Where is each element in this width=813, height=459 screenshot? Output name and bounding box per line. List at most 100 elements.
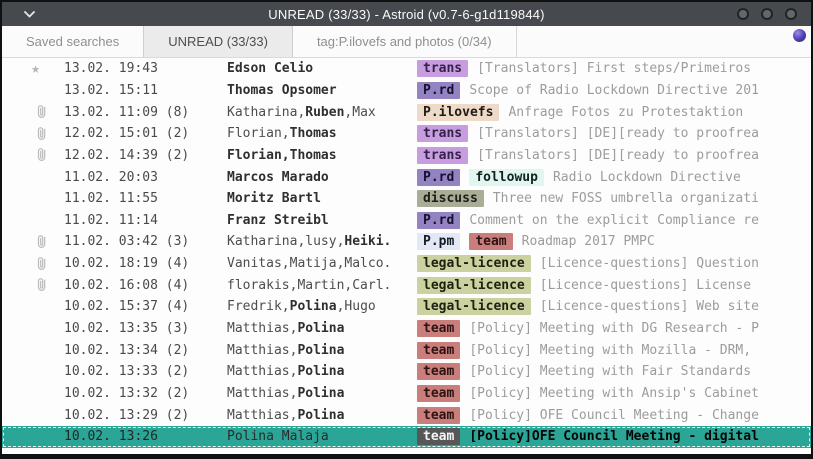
thread-subject: [Translators] First steps/Primeiros bbox=[477, 61, 751, 76]
tab-unread[interactable]: UNREAD (33/33) bbox=[143, 26, 293, 57]
tag-chip: P.pm bbox=[417, 233, 460, 250]
tag-chip: trans bbox=[417, 147, 468, 164]
thread-authors: Vanitas,Matija,Malco. bbox=[227, 256, 417, 271]
thread-subject: Scope of Radio Lockdown Directive 201 bbox=[469, 83, 759, 98]
thread-detail-cell: P.rd Scope of Radio Lockdown Directive 20… bbox=[417, 82, 811, 99]
thread-row[interactable]: ★ 10.02. 18:19 (4) Vanitas,Matija,Malco.… bbox=[2, 253, 811, 275]
thread-authors: Moritz Bartl bbox=[227, 191, 417, 206]
thread-subject: [Translators] [DE][ready to proofrea bbox=[477, 126, 759, 141]
thread-date: 10.02. 18:19 (4) bbox=[52, 256, 227, 271]
thread-row[interactable]: ★ 12.02. 15:01 (2) Florian,Thomas trans[… bbox=[2, 123, 811, 145]
thread-row[interactable]: ★ 11.02. 11:55 Moritz Bartl discussThree… bbox=[2, 188, 811, 210]
thread-detail-cell: P.ilovefs Anfrage Fotos zu Protestaktion bbox=[417, 104, 811, 121]
thread-row[interactable]: ★ 13.02. 15:11 Thomas Opsomer P.rdScope … bbox=[2, 80, 811, 102]
maximize-button[interactable] bbox=[761, 8, 773, 20]
thread-flag-cell: ★ bbox=[2, 234, 52, 250]
thread-date: 11.02. 20:03 bbox=[52, 170, 227, 185]
thread-detail-cell: legal-licence [Licence-questions] Questio… bbox=[417, 255, 811, 272]
tag-chip: followup bbox=[469, 169, 544, 186]
thread-row[interactable]: ★ 10.02. 16:08 (4) florakis,Martin,Carl.… bbox=[2, 274, 811, 296]
thread-date: 10.02. 13:35 (3) bbox=[52, 321, 227, 336]
thread-row[interactable]: ★ 10.02. 13:35 (3) Matthias,Polina team[… bbox=[2, 318, 811, 340]
tag-chip: team bbox=[417, 342, 460, 359]
tag-chip: team bbox=[469, 233, 512, 250]
thread-authors: Matthias,Polina bbox=[227, 321, 417, 336]
tag-chip: discuss bbox=[417, 190, 484, 207]
thread-flag-cell: ★ bbox=[2, 126, 52, 142]
tab-ilovefs[interactable]: tag:P.ilovefs and photos (0/34) bbox=[293, 26, 517, 57]
paperclip-icon bbox=[36, 277, 48, 293]
thread-detail-cell: P.pmteamRoadmap 2017 PMPC bbox=[417, 233, 811, 250]
thread-date: 13.02. 11:09 (8) bbox=[52, 105, 227, 120]
tag-chip: team bbox=[417, 428, 460, 445]
thread-authors: Matthias,Polina bbox=[227, 364, 417, 379]
thread-row[interactable]: ★ 13.02. 19:43 Edson Celio trans[Transla… bbox=[2, 58, 811, 80]
tag-chip: P.rd bbox=[417, 212, 460, 229]
thread-flag-cell: ★ bbox=[2, 104, 52, 120]
thread-row[interactable]: ★ 12.02. 14:39 (2) Florian,Thomas trans[… bbox=[2, 145, 811, 167]
thread-date: 10.02. 16:08 (4) bbox=[52, 278, 227, 293]
paperclip-icon bbox=[36, 256, 48, 272]
thread-row[interactable]: ★ 10.02. 13:29 (2) Matthias,Polina team[… bbox=[2, 404, 811, 426]
thread-subject: [Policy]OFE Council Meeting - digital bbox=[469, 429, 759, 444]
thread-row[interactable]: ★ 10.02. 13:33 (2) Matthias,Polina team[… bbox=[2, 361, 811, 383]
thread-date: 11.02. 03:42 (3) bbox=[52, 234, 227, 249]
thread-row[interactable]: ★ 10.02. 13:34 (2) Matthias,Polina team[… bbox=[2, 339, 811, 361]
thread-subject: [Translators] [DE][ready to proofrea bbox=[477, 148, 759, 163]
thread-date: 13.02. 15:11 bbox=[52, 83, 227, 98]
thread-date: 11.02. 11:14 bbox=[52, 213, 227, 228]
thread-detail-cell: legal-licence[Licence-questions] License bbox=[417, 277, 811, 294]
thread-authors: Polina Malaja bbox=[227, 429, 417, 444]
thread-date: 12.02. 15:01 (2) bbox=[52, 126, 227, 141]
thread-row[interactable]: ★ 11.02. 03:42 (3) Katharina,lusy,Heiki.… bbox=[2, 231, 811, 253]
tab-saved-searches[interactable]: Saved searches bbox=[2, 26, 143, 57]
paperclip-icon bbox=[36, 104, 48, 120]
thread-date: 10.02. 13:26 bbox=[52, 429, 227, 444]
minimize-button[interactable] bbox=[737, 8, 749, 20]
window-buttons bbox=[737, 8, 797, 20]
thread-subject: Anfrage Fotos zu Protestaktion bbox=[508, 105, 743, 120]
thread-authors: Edson Celio bbox=[227, 61, 417, 76]
star-icon: ★ bbox=[31, 61, 40, 76]
tag-chip: P.ilovefs bbox=[417, 104, 499, 121]
thread-row[interactable]: ★ 13.02. 11:09 (8) Katharina,Ruben,Max P… bbox=[2, 101, 811, 123]
thread-date: 11.02. 11:55 bbox=[52, 191, 227, 206]
tag-chip: trans bbox=[417, 60, 468, 77]
thread-row[interactable]: ★ 10.02. 13:32 (2) Matthias,Polina team[… bbox=[2, 383, 811, 405]
thread-flag-cell: ★ bbox=[2, 256, 52, 272]
thread-row[interactable]: ★ 11.02. 11:14 Franz Streibl P.rdComment… bbox=[2, 209, 811, 231]
tag-chip: legal-licence bbox=[417, 255, 531, 272]
tag-chip: team bbox=[417, 320, 460, 337]
thread-subject: [Licence-questions] License bbox=[540, 278, 751, 293]
thread-list: ★ 13.02. 19:43 Edson Celio trans[Transla… bbox=[2, 58, 811, 454]
thread-subject: Comment on the explicit Compliance re bbox=[469, 213, 759, 228]
thread-detail-cell: legal-licence[Licence-questions] Web sit… bbox=[417, 298, 811, 315]
thread-flag-cell: ★ bbox=[2, 61, 52, 76]
thread-detail-cell: team[Policy] Meeting with Mozilla - DRM, bbox=[417, 342, 811, 359]
thread-subject: [Policy] Meeting with Ansip's Cabinet bbox=[469, 386, 759, 401]
thread-row[interactable]: ★ 10.02. 15:37 (4) Fredrik,Polina,Hugo l… bbox=[2, 296, 811, 318]
thread-detail-cell: team[Policy] OFE Council Meeting - Chang… bbox=[417, 407, 811, 424]
thread-detail-cell: P.rd Comment on the explicit Compliance r… bbox=[417, 212, 811, 229]
window-title: UNREAD (33/33) - Astroid (v0.7-6-g1d1198… bbox=[2, 7, 811, 22]
thread-authors: florakis,Martin,Carl. bbox=[227, 278, 417, 293]
tag-chip: P.rd bbox=[417, 82, 460, 99]
thread-flag-cell: ★ bbox=[2, 277, 52, 293]
thread-date: 10.02. 13:32 (2) bbox=[52, 386, 227, 401]
close-button[interactable] bbox=[785, 8, 797, 20]
thread-detail-cell: trans[Translators] [DE][ready to proofre… bbox=[417, 125, 811, 142]
thread-subject: [Policy] OFE Council Meeting - Change bbox=[469, 408, 759, 423]
thread-authors: Marcos Marado bbox=[227, 170, 417, 185]
thread-subject: Radio Lockdown Directive bbox=[553, 170, 741, 185]
tab-bar: Saved searches UNREAD (33/33) tag:P.ilov… bbox=[2, 26, 811, 58]
thread-detail-cell: team[Policy] Meeting with Fair Standards bbox=[417, 363, 811, 380]
thread-authors: Florian,Thomas bbox=[227, 148, 417, 163]
globe-poll-icon bbox=[793, 29, 806, 42]
thread-date: 10.02. 13:34 (2) bbox=[52, 343, 227, 358]
thread-row[interactable]: ★ 10.02. 13:26 Polina Malaja team[Policy… bbox=[2, 426, 811, 448]
thread-subject: [Licence-questions] Question bbox=[540, 256, 759, 271]
thread-row[interactable]: ★ 11.02. 20:03 Marcos Marado P.rdfollowu… bbox=[2, 166, 811, 188]
thread-date: 10.02. 13:29 (2) bbox=[52, 408, 227, 423]
thread-detail-cell: team[Policy] Meeting with DG Research - … bbox=[417, 320, 811, 337]
thread-detail-cell: discussThree new FOSS umbrella organizat… bbox=[417, 190, 811, 207]
